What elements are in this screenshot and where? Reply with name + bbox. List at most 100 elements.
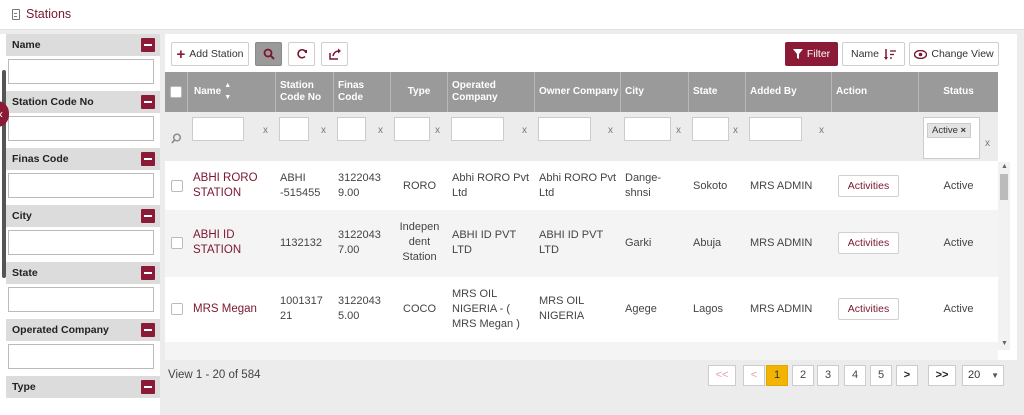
clear-owner-company-filter[interactable]: x xyxy=(608,125,613,136)
clear-status-filter[interactable]: x xyxy=(985,138,990,149)
type-cell: RORO xyxy=(403,180,436,192)
page-4-button[interactable]: 4 xyxy=(844,365,866,386)
search-button[interactable] xyxy=(255,42,282,66)
refresh-button[interactable] xyxy=(288,42,315,66)
column-header-added-by[interactable]: Added By xyxy=(746,72,832,112)
collapse-minus-icon[interactable] xyxy=(141,152,155,166)
station-name-link[interactable]: ABHI RORO STATION xyxy=(193,171,273,201)
operated-company-cell: ABHI ID PVT LTD xyxy=(452,229,516,256)
clear-name-filter[interactable]: x xyxy=(263,125,268,136)
page-size-select[interactable]: 20 ▼ xyxy=(962,365,1004,386)
scroll-down-icon[interactable]: ▼ xyxy=(1001,340,1008,347)
station-code-filter-input[interactable] xyxy=(8,116,154,141)
operated-company-cell: MRS OIL NIGERIA - ( MRS Megan ) xyxy=(452,288,520,330)
add-station-button[interactable]: + Add Station xyxy=(171,42,249,66)
finas-code-filter-input[interactable] xyxy=(8,173,154,198)
city-column-filter[interactable] xyxy=(624,117,671,141)
next-page-button[interactable]: > xyxy=(896,365,918,386)
clear-station-code-filter[interactable]: x xyxy=(321,125,326,136)
clear-finas-code-filter[interactable]: x xyxy=(378,125,383,136)
column-header-type[interactable]: Type xyxy=(391,72,448,112)
first-page-button[interactable]: << xyxy=(708,365,736,386)
clear-added-by-filter[interactable]: x xyxy=(819,125,824,136)
city-filter-input[interactable] xyxy=(8,230,154,255)
add-station-label: Add Station xyxy=(189,48,244,60)
owner-company-cell: Abhi RORO Pvt Ltd xyxy=(539,172,617,199)
filter-label: State xyxy=(12,267,38,279)
column-header-name[interactable]: Name ▲ ▼ xyxy=(188,72,276,112)
operated-company-column-filter[interactable] xyxy=(451,117,504,141)
scrollbar-thumb[interactable] xyxy=(1000,174,1008,200)
row-checkbox[interactable] xyxy=(171,303,183,315)
page-3-button[interactable]: 3 xyxy=(817,365,839,386)
station-name-link[interactable]: MRS Megan xyxy=(193,302,273,317)
row-checkbox[interactable] xyxy=(171,237,183,249)
collapse-minus-icon[interactable] xyxy=(141,209,155,223)
scroll-up-icon[interactable]: ▲ xyxy=(1001,163,1008,170)
state-column-filter[interactable] xyxy=(692,117,729,141)
clear-operated-company-filter[interactable]: x xyxy=(522,125,527,136)
collapse-minus-icon[interactable] xyxy=(141,95,155,109)
sort-arrows-icon: ▲ ▼ xyxy=(224,82,232,101)
state-cell: Abuja xyxy=(693,237,722,249)
column-label: Station Code No xyxy=(280,80,322,103)
table-row[interactable]: ABHI ID STATION 1132132 3122043 7.00 Ind… xyxy=(165,210,998,277)
collapse-minus-icon[interactable] xyxy=(141,38,155,52)
column-header-station-code[interactable]: Station Code No xyxy=(276,72,334,112)
page-5-button[interactable]: 5 xyxy=(870,365,892,386)
clear-type-filter[interactable]: x xyxy=(435,125,440,136)
row-checkbox[interactable] xyxy=(171,180,183,192)
status-column-filter[interactable]: Active × xyxy=(923,117,980,159)
select-all-checkbox[interactable] xyxy=(170,86,182,98)
clear-city-filter[interactable]: x xyxy=(676,125,681,136)
refresh-icon xyxy=(296,49,307,59)
page-2-button[interactable]: 2 xyxy=(792,365,814,386)
added-by-cell: MRS ADMIN xyxy=(750,303,813,315)
collapse-minus-icon[interactable] xyxy=(141,323,155,337)
table-scrollbar[interactable]: ▲ ▼ xyxy=(998,162,1010,350)
sort-icon xyxy=(884,48,896,60)
station-code-cell: 1132132 xyxy=(280,237,323,249)
station-name-link[interactable]: ABHI ID STATION xyxy=(193,228,263,258)
export-button[interactable] xyxy=(321,42,348,66)
clear-state-filter[interactable]: x xyxy=(733,125,738,136)
last-page-button[interactable]: >> xyxy=(928,365,956,386)
remove-chip-icon[interactable]: × xyxy=(961,125,967,136)
state-cell: Sokoto xyxy=(693,180,728,192)
column-header-operated-company[interactable]: Operated Company xyxy=(448,72,535,112)
page-title-text: Stations xyxy=(26,7,72,21)
column-label: Finas Code xyxy=(338,80,365,103)
owner-company-column-filter[interactable] xyxy=(538,117,591,141)
table-row[interactable]: ABHI RORO STATION ABHI -515455 3122043 9… xyxy=(165,162,998,210)
column-label: Added By xyxy=(750,86,797,97)
collapse-minus-icon[interactable] xyxy=(141,266,155,280)
name-column-filter[interactable] xyxy=(192,117,244,141)
station-code-column-filter[interactable] xyxy=(279,117,309,141)
collapse-minus-icon[interactable] xyxy=(141,380,155,394)
table-header: Name ▲ ▼ Station Code No Finas Code Type … xyxy=(165,72,998,112)
column-header-status[interactable]: Status xyxy=(919,72,998,112)
column-header-finas-code[interactable]: Finas Code xyxy=(334,72,391,112)
status-cell: Active xyxy=(943,237,974,249)
activities-button[interactable]: Activities xyxy=(838,232,899,254)
change-view-button[interactable]: Change View xyxy=(909,42,999,66)
column-header-owner-company[interactable]: Owner Company xyxy=(535,72,621,112)
column-header-state[interactable]: State xyxy=(689,72,746,112)
prev-page-button[interactable]: < xyxy=(743,365,765,386)
column-header-city[interactable]: City xyxy=(621,72,689,112)
page-1-button[interactable]: 1 xyxy=(766,365,788,386)
finas-code-column-filter[interactable] xyxy=(337,117,366,141)
table-row[interactable]: MRS Megan 1001317 21 3122043 5.00 COCO M… xyxy=(165,277,998,342)
filter-button[interactable]: Filter xyxy=(785,42,838,66)
activities-button[interactable]: Activities xyxy=(838,175,899,197)
name-filter-input[interactable] xyxy=(8,59,154,84)
operated-company-filter-input[interactable] xyxy=(8,344,154,369)
filter-group-type: Type xyxy=(6,376,160,398)
added-by-column-filter[interactable] xyxy=(749,117,802,141)
station-code-cell: ABHI -515455 xyxy=(280,172,321,199)
state-filter-input[interactable] xyxy=(8,287,154,312)
filter-label: Name xyxy=(12,39,41,51)
activities-button[interactable]: Activities xyxy=(838,298,899,320)
type-column-filter[interactable] xyxy=(394,117,430,141)
sort-by-name-button[interactable]: Name xyxy=(842,42,905,66)
